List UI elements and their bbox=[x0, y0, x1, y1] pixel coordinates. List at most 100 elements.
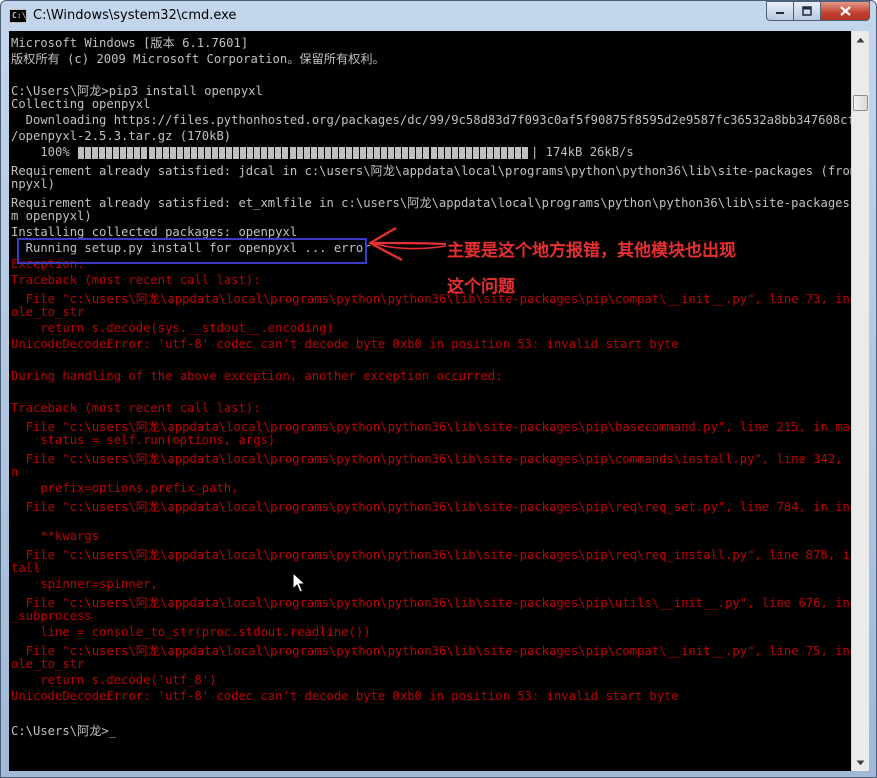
window-title: C:\Windows\system32\cmd.exe bbox=[33, 8, 237, 23]
progress-segment bbox=[226, 147, 233, 159]
console-line: ole_to_str bbox=[11, 657, 85, 671]
vertical-scrollbar[interactable] bbox=[851, 31, 869, 771]
progress-segment bbox=[367, 147, 374, 159]
progress-segment bbox=[169, 147, 176, 159]
console-output[interactable]: Microsoft Windows [版本 6.1.7601] 版权所有 (c) … bbox=[9, 31, 851, 771]
progress-segment bbox=[493, 147, 500, 159]
console-line: _subprocess bbox=[11, 609, 92, 623]
progress-segment bbox=[465, 147, 472, 159]
scroll-up-button[interactable] bbox=[852, 31, 869, 48]
console-line: npyxl) bbox=[11, 177, 56, 191]
console-line: Requirement already satisfied: jdcal in … bbox=[11, 164, 851, 178]
progress-segment bbox=[317, 147, 324, 159]
progress-segment bbox=[402, 147, 409, 159]
console-line: Microsoft Windows [版本 6.1.7601] bbox=[11, 36, 249, 50]
console-line: Traceback (most recent call last): bbox=[11, 401, 261, 415]
console-line: status = self.run(options, args) bbox=[11, 433, 276, 447]
progress-segment bbox=[85, 147, 92, 159]
console-line: File "c:\users\阿龙\appdata\local\programs… bbox=[11, 500, 851, 514]
console-line: **kwargs bbox=[11, 529, 100, 543]
console-line: tall bbox=[11, 561, 41, 575]
progress-segment bbox=[275, 147, 282, 159]
progress-segment bbox=[268, 147, 275, 159]
progress-segment bbox=[148, 147, 155, 159]
console-line: spinner=spinner, bbox=[11, 577, 158, 591]
progress-segment bbox=[522, 147, 529, 159]
progress-segment bbox=[486, 147, 493, 159]
progress-segment bbox=[162, 147, 169, 159]
progress-segment bbox=[479, 147, 486, 159]
progress-segment bbox=[282, 147, 289, 159]
console-line: Requirement already satisfied: et_xmlfil… bbox=[11, 196, 851, 210]
progress-segment bbox=[190, 147, 197, 159]
close-button[interactable] bbox=[820, 1, 870, 21]
progress-segment bbox=[113, 147, 120, 159]
progress-segment bbox=[472, 147, 479, 159]
progress-segment bbox=[458, 147, 465, 159]
progress-segment bbox=[338, 147, 345, 159]
progress-segment bbox=[345, 147, 352, 159]
scroll-down-button[interactable] bbox=[852, 754, 869, 771]
progress-segment bbox=[310, 147, 317, 159]
progress-segment bbox=[296, 147, 303, 159]
cmd-window: C:\ C:\Windows\system32\cmd.exe Microsof… bbox=[0, 0, 877, 778]
progress-segment bbox=[374, 147, 381, 159]
title-bar[interactable]: C:\ C:\Windows\system32\cmd.exe bbox=[1, 1, 876, 31]
console-line: 版权所有 (c) 2009 Microsoft Corporation。保留所有… bbox=[11, 52, 385, 66]
progress-segment bbox=[247, 147, 254, 159]
console-line: return s.decode('utf_8') bbox=[11, 673, 217, 687]
minimize-button[interactable] bbox=[766, 1, 794, 21]
progress-segment bbox=[261, 147, 268, 159]
console-line: n bbox=[11, 465, 19, 479]
progress-segment bbox=[395, 147, 402, 159]
progress-segment bbox=[423, 147, 430, 159]
progress-segment bbox=[141, 147, 148, 159]
console-line: prefix=options.prefix_path, bbox=[11, 481, 239, 495]
progress-segment bbox=[515, 147, 522, 159]
progress-segment bbox=[289, 147, 296, 159]
console-line: ole_to_str bbox=[11, 305, 85, 319]
download-progress-bar bbox=[78, 146, 529, 160]
progress-segment bbox=[78, 147, 84, 159]
progress-segment bbox=[155, 147, 162, 159]
progress-segment bbox=[352, 147, 359, 159]
progress-segment bbox=[381, 147, 388, 159]
progress-segment bbox=[451, 147, 458, 159]
annotation-line-1: 主要是这个地方报错，其他模块也出现 bbox=[447, 241, 736, 261]
console-line: 100% | bbox=[11, 145, 85, 159]
progress-segment bbox=[99, 147, 106, 159]
progress-segment bbox=[388, 147, 395, 159]
progress-segment bbox=[331, 147, 338, 159]
maximize-button[interactable] bbox=[793, 1, 821, 21]
annotation-line-2: 这个问题 bbox=[447, 277, 515, 297]
console-line: m openpyxl) bbox=[11, 209, 92, 223]
console-line: UnicodeDecodeError: 'utf-8' codec can't … bbox=[11, 337, 679, 351]
progress-segment bbox=[508, 147, 515, 159]
scroll-up-icon bbox=[856, 37, 865, 42]
console-line: During handling of the above exception, … bbox=[11, 369, 503, 383]
progress-segment bbox=[204, 147, 211, 159]
console-line: Collecting openpyxl bbox=[11, 97, 151, 111]
console-line: return s.decode(sys.__stdout__.encoding) bbox=[11, 321, 334, 335]
progress-segment bbox=[233, 147, 240, 159]
scroll-thumb[interactable] bbox=[853, 95, 868, 111]
progress-segment bbox=[303, 147, 310, 159]
progress-segment bbox=[211, 147, 218, 159]
progress-segment bbox=[120, 147, 127, 159]
console-line: C:\Users\阿龙>pip3 install openpyxl bbox=[11, 84, 263, 98]
progress-segment bbox=[430, 147, 437, 159]
cmd-icon[interactable]: C:\ bbox=[9, 9, 27, 23]
progress-segment bbox=[501, 147, 507, 159]
progress-segment bbox=[176, 147, 183, 159]
console-line: Traceback (most recent call last): bbox=[11, 273, 261, 287]
progress-segment bbox=[106, 147, 113, 159]
console-line: File "c:\users\阿龙\appdata\local\programs… bbox=[11, 452, 851, 466]
annotation-arrow-icon bbox=[368, 226, 447, 262]
progress-segment bbox=[444, 147, 451, 159]
progress-segment bbox=[324, 147, 331, 159]
progress-segment bbox=[437, 147, 444, 159]
console-line: File "c:\users\阿龙\appdata\local\programs… bbox=[11, 420, 851, 434]
console-line: C:\Users\阿龙>_ bbox=[11, 724, 117, 738]
progress-segment bbox=[360, 147, 366, 159]
close-icon bbox=[839, 6, 851, 16]
